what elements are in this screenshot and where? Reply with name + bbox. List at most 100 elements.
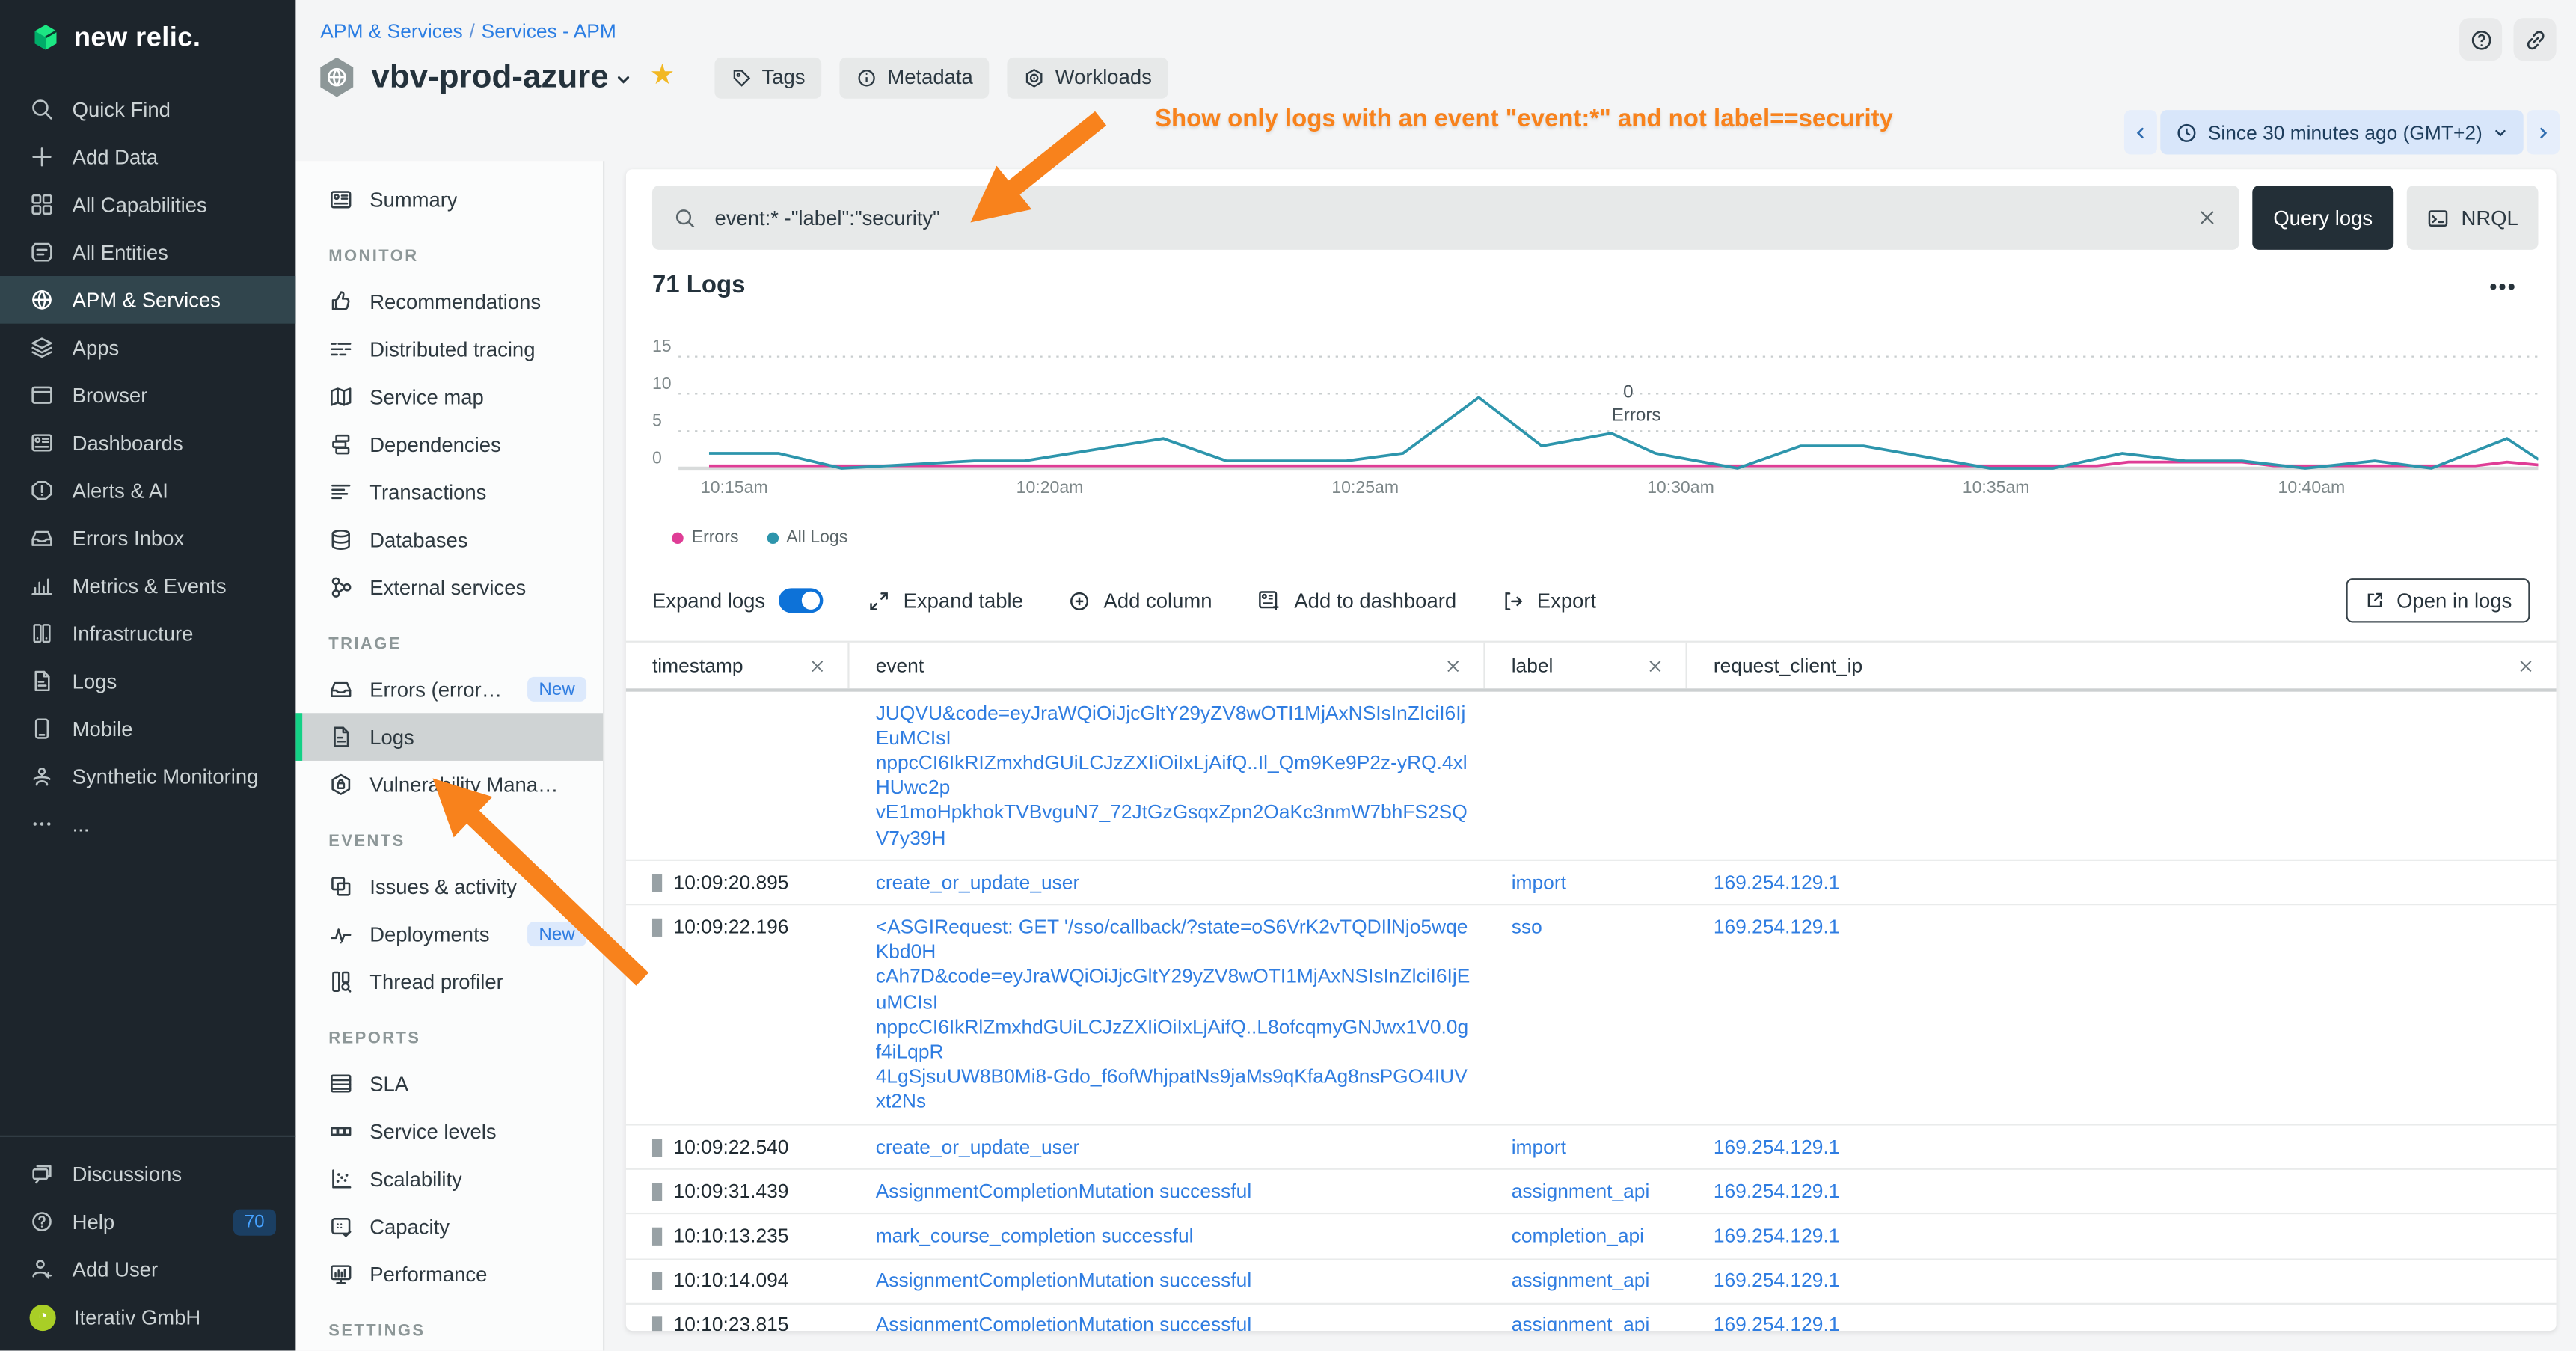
sidebar-item-errors-inbox[interactable]: Errors Inbox [0, 514, 295, 562]
remove-column-icon[interactable] [809, 656, 827, 674]
subnav-item-deployments[interactable]: DeploymentsNew [295, 910, 603, 958]
column-header-timestamp[interactable]: timestamp [626, 643, 850, 688]
request-client-ip-link[interactable]: 169.254.129.1 [1687, 1126, 2557, 1169]
event-link[interactable]: nppcCI6IkRIZmxhdGUiLCJzZXIiOiIxLjAifQ..I… [876, 751, 1472, 801]
permalink-button[interactable] [2514, 18, 2557, 61]
table-row[interactable]: 10:10:13.235mark_course_completion succe… [626, 1215, 2557, 1260]
log-search-box[interactable] [652, 186, 2239, 250]
request-client-ip-link[interactable]: 169.254.129.1 [1687, 1260, 2557, 1303]
sidebar-footer-discussions[interactable]: Discussions [0, 1150, 295, 1198]
sidebar-item-infrastructure[interactable]: Infrastructure [0, 610, 295, 658]
subnav-item-service-map[interactable]: Service map [295, 373, 603, 421]
sidebar-footer-help[interactable]: Help70 [0, 1198, 295, 1246]
event-link[interactable]: nppcCI6IkRlZmxhdGUiLCJzZXIiOiIxLjAifQ..L… [876, 1015, 1472, 1065]
sidebar-item-alerts-ai[interactable]: Alerts & AI [0, 467, 295, 515]
legend-item-errors[interactable]: Errors [672, 527, 738, 547]
open-in-logs-button[interactable]: Open in logs [2346, 578, 2530, 622]
table-row[interactable]: JUQVU&code=eyJraWQiOiJjcGltY29yZV8wOTI1M… [626, 692, 2557, 862]
subnav-item-scalability[interactable]: Scalability [295, 1155, 603, 1203]
table-row[interactable]: 10:10:23.815AssignmentCompletionMutation… [626, 1305, 2557, 1331]
sidebar-item-synthetic-monitoring[interactable]: Synthetic Monitoring [0, 753, 295, 800]
subnav-item-issues-activity[interactable]: Issues & activity [295, 863, 603, 910]
event-link[interactable]: JUQVU&code=eyJraWQiOiJjcGltY29yZV8wOTI1M… [876, 701, 1472, 751]
event-link[interactable]: <ASGIRequest: GET '/sso/callback/?state=… [876, 915, 1472, 965]
table-row[interactable]: 10:10:14.094AssignmentCompletionMutation… [626, 1260, 2557, 1305]
label-link[interactable]: import [1485, 1126, 1687, 1169]
sidebar-item-dashboards[interactable]: Dashboards [0, 419, 295, 467]
sidebar-item-browser[interactable]: Browser [0, 371, 295, 419]
log-query-input[interactable] [711, 204, 2182, 230]
help-button[interactable] [2459, 18, 2502, 61]
table-row[interactable]: 10:09:22.540create_or_update_userimport1… [626, 1126, 2557, 1171]
sidebar-item-add-data[interactable]: Add Data [0, 133, 295, 181]
event-link[interactable]: AssignmentCompletionMutation successful [876, 1179, 1472, 1204]
label-link[interactable] [1485, 692, 1687, 860]
event-link[interactable]: create_or_update_user [876, 870, 1472, 895]
favorite-star-icon[interactable]: ★ [650, 59, 675, 92]
subnav-item-dependencies[interactable]: Dependencies [295, 420, 603, 468]
sidebar-item-apps[interactable]: Apps [0, 324, 295, 372]
metadata-button[interactable]: Metadata [840, 57, 990, 98]
label-link[interactable]: assignment_api [1485, 1170, 1687, 1213]
label-link[interactable]: assignment_api [1485, 1305, 1687, 1331]
tags-button[interactable]: Tags [714, 57, 822, 98]
remove-column-icon[interactable] [2517, 656, 2535, 674]
expand-table-button[interactable]: Expand table [867, 589, 1023, 612]
subnav-item-sla[interactable]: SLA [295, 1060, 603, 1108]
subnav-item-external-services[interactable]: External services [295, 563, 603, 611]
label-link[interactable]: import [1485, 861, 1687, 904]
sidebar-footer-iterativ-gmbh[interactable]: ◔Iterativ GmbH [0, 1293, 295, 1341]
subnav-item-errors-errors-inb[interactable]: Errors (errors inb...New [295, 666, 603, 714]
subnav-item-service-levels[interactable]: Service levels [295, 1107, 603, 1155]
column-header-request_client_ip[interactable]: request_client_ip [1687, 643, 2557, 688]
subnav-item-databases[interactable]: Databases [295, 516, 603, 564]
event-link[interactable]: AssignmentCompletionMutation successful [876, 1269, 1472, 1293]
subnav-item-thread-profiler[interactable]: Thread profiler [295, 958, 603, 1006]
sidebar-footer-add-user[interactable]: Add User [0, 1246, 295, 1293]
add-column-button[interactable]: Add column [1067, 589, 1212, 612]
event-link[interactable]: mark_course_completion successful [876, 1224, 1472, 1249]
label-link[interactable]: assignment_api [1485, 1260, 1687, 1303]
breadcrumb-services-apm[interactable]: Services - APM [482, 19, 616, 43]
subnav-item-logs[interactable]: Logs [295, 713, 603, 761]
request-client-ip-link[interactable]: 169.254.129.1 [1687, 1305, 2557, 1331]
sidebar-item-quick-find[interactable]: Quick Find [0, 85, 295, 133]
sidebar-item-apm-services[interactable]: APM & Services [0, 276, 295, 324]
entity-chevron-down-icon[interactable] [615, 70, 633, 88]
column-header-event[interactable]: event [850, 643, 1485, 688]
nrql-button[interactable]: NRQL [2407, 186, 2539, 250]
label-link[interactable]: completion_api [1485, 1215, 1687, 1258]
sidebar-item-all-entities[interactable]: All Entities [0, 228, 295, 276]
legend-item-all-logs[interactable]: All Logs [767, 527, 847, 547]
sidebar-item-mobile[interactable]: Mobile [0, 705, 295, 753]
table-row[interactable]: 10:09:31.439AssignmentCompletionMutation… [626, 1170, 2557, 1215]
breadcrumb-apm-services[interactable]: APM & Services [320, 19, 462, 43]
subnav-item-recommendations[interactable]: Recommendations [295, 278, 603, 325]
remove-column-icon[interactable] [1444, 656, 1462, 674]
workloads-button[interactable]: Workloads [1008, 57, 1168, 98]
subnav-item-distributed-tracing[interactable]: Distributed tracing [295, 325, 603, 373]
event-link[interactable]: cAh7D&code=eyJraWQiOiJjcGltY29yZV8wOTI1M… [876, 965, 1472, 1015]
expand-logs-toggle[interactable] [779, 588, 823, 613]
event-link[interactable]: create_or_update_user [876, 1135, 1472, 1159]
subnav-item-capacity[interactable]: Capacity [295, 1203, 603, 1251]
event-link[interactable]: vE1moHpkhokTVBvguN7_72JtGzGsqxZpn2OaKc3n… [876, 800, 1472, 851]
sidebar-item-metrics-events[interactable]: Metrics & Events [0, 562, 295, 610]
request-client-ip-link[interactable] [1687, 692, 2557, 860]
add-to-dashboard-button[interactable]: Add to dashboard [1257, 588, 1456, 613]
remove-column-icon[interactable] [1646, 656, 1664, 674]
event-link[interactable]: 4LgSjsuUW8B0Mi8-Gdo_f6ofWhjpatNs9jaMs9qK… [876, 1065, 1472, 1115]
new-relic-logo[interactable]: new relic. [0, 0, 295, 73]
request-client-ip-link[interactable]: 169.254.129.1 [1687, 1215, 2557, 1258]
subnav-item-performance[interactable]: Performance [295, 1250, 603, 1298]
column-header-label[interactable]: label [1485, 643, 1687, 688]
subnav-item-summary[interactable]: Summary [295, 176, 603, 224]
export-button[interactable]: Export [1500, 589, 1596, 612]
clear-query-icon[interactable] [2197, 207, 2218, 229]
label-link[interactable]: sso [1485, 906, 1687, 1124]
event-link[interactable]: AssignmentCompletionMutation successful [876, 1314, 1472, 1331]
sidebar-item-logs[interactable]: Logs [0, 658, 295, 705]
query-logs-button[interactable]: Query logs [2252, 186, 2393, 250]
time-back-button[interactable] [2124, 110, 2157, 154]
more-options-icon[interactable]: ••• [2489, 275, 2517, 299]
